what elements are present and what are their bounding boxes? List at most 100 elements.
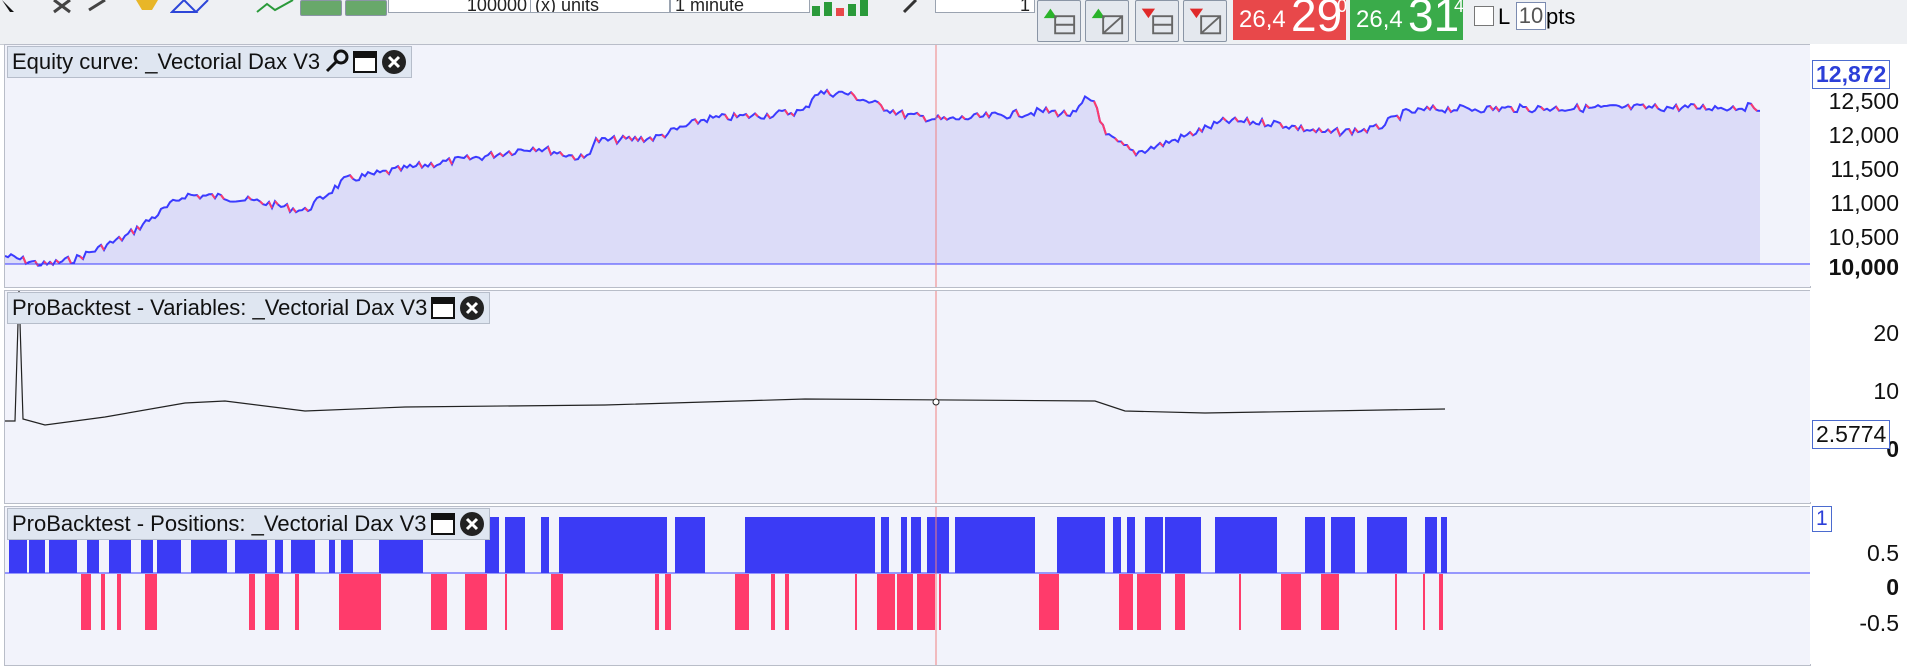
short-position-bar [339,574,367,630]
variables-panel[interactable]: ProBacktest - Variables: _Vectorial Dax … [4,290,1811,504]
variables-panel-title-text: ProBacktest - Variables: _Vectorial Dax … [12,295,428,320]
positions-tick: -0.5 [1859,610,1899,636]
short-position-bar [505,574,507,630]
ask-fraction: 4 [1454,0,1463,17]
cross-icon[interactable] [50,0,80,14]
short-position-bar [145,574,157,630]
long-position-bar [1367,517,1407,573]
cursor-point [932,398,940,406]
short-position-bar [939,574,941,630]
long-position-bar [559,517,599,573]
buy-limit-button[interactable] [1085,0,1129,42]
short-position-bar [465,574,487,630]
equity-area [5,90,1760,266]
short-position-bar [917,574,935,630]
short-position-bar [1119,574,1133,630]
short-position-bar [265,574,279,630]
positions-panel-title-text: ProBacktest - Positions: _Vectorial Dax … [12,511,427,536]
long-position-bar [1113,517,1121,573]
units-select[interactable]: (x) units [530,0,670,13]
equity-tick: 11,000 [1830,190,1899,216]
window-icon[interactable] [430,511,456,537]
long-position-bar [911,517,921,573]
short-position-bar [877,574,895,630]
short-position-bar [1439,574,1443,630]
short-position-bar [551,574,563,630]
long-position-bar [1127,517,1135,573]
long-position-bar [1305,517,1325,573]
short-position-bar [295,574,299,630]
quantity-field[interactable]: 100000 [388,0,532,13]
close-icon[interactable] [459,511,485,537]
equity-drawdown-segment [34,260,39,267]
buy-stop-button[interactable] [1037,0,1081,42]
equity-current-value: 12,872 [1812,60,1891,89]
long-position-bar [1215,517,1277,573]
lot-checkbox[interactable] [1474,6,1494,26]
short-position-bar [1153,574,1161,630]
short-position-bar [771,574,775,630]
positions-panel[interactable]: ProBacktest - Positions: _Vectorial Dax … [4,506,1811,666]
short-position-bar [655,574,659,630]
equity-curve-chart[interactable] [5,45,1810,287]
long-position-bar [881,517,889,573]
short-position-bar [1395,574,1397,630]
long-position-bar [595,517,667,573]
indicator-icon[interactable] [255,0,295,14]
short-position-bar [431,574,447,630]
equity-curve-panel[interactable]: Equity curve: _Vectorial Dax V3 [4,44,1811,288]
short-position-bar [1321,574,1339,630]
close-icon[interactable] [381,49,407,75]
bell-icon[interactable] [132,0,162,14]
variables-panel-title: ProBacktest - Variables: _Vectorial Dax … [7,292,491,324]
equity-tick: 10,000 [1828,254,1899,280]
long-position-bar [1165,517,1201,573]
sell-limit-button[interactable] [1183,0,1227,42]
cursor-icon[interactable] [0,0,30,14]
positions-tick: 0 [1886,574,1899,600]
bid-price-button[interactable]: 26,4 29. 0 [1233,0,1346,40]
wrench-icon[interactable] [323,49,349,75]
trend-button-2[interactable] [345,0,387,16]
timeframe-select[interactable]: 1 minute [670,0,810,13]
long-position-bar [505,517,525,573]
short-position-bar [897,574,913,630]
long-position-bar [1057,517,1105,573]
equity-panel-title: Equity curve: _Vectorial Dax V3 [7,46,413,78]
positions-panel-title: ProBacktest - Positions: _Vectorial Dax … [7,508,490,540]
key-icon[interactable] [900,0,930,14]
long-position-bar [541,517,549,573]
long-position-bar [955,517,1035,573]
lot-checkbox-label: L [1498,4,1511,29]
short-position-bar [1281,574,1301,630]
pts-field[interactable]: 10 [1516,2,1546,30]
window-icon[interactable] [430,295,456,321]
measure-icon[interactable] [85,0,115,14]
short-position-bar [1039,574,1059,630]
short-position-bar [735,574,749,630]
positions-tick: 0.5 [1867,540,1899,566]
short-position-bar [1175,574,1185,630]
histogram-icon[interactable] [810,0,870,16]
trend-button-1[interactable] [300,0,342,16]
short-position-bar [367,574,381,630]
short-position-bar [785,574,789,630]
close-icon[interactable] [459,295,485,321]
long-position-bar [927,517,949,573]
long-position-bar [1145,517,1163,573]
long-position-bar [745,517,875,573]
misc-field[interactable]: 1 [935,0,1035,13]
ask-prefix: 26,4 [1356,6,1403,33]
long-position-bar [1331,517,1355,573]
pts-label: pts [1546,4,1576,29]
positions-axis: 1 0.5 0 -0.5 [1810,506,1907,664]
window-icon[interactable] [352,49,378,75]
long-position-bar [1425,517,1437,573]
positions-current-value: 1 [1812,506,1832,532]
long-position-bar [675,517,705,573]
ask-price-button[interactable]: 26,4 31. 4 [1350,0,1463,40]
chart-draw-icon[interactable] [170,0,210,14]
sell-stop-button[interactable] [1135,0,1179,42]
equity-tick: 12,000 [1828,122,1899,148]
bid-fraction: 0 [1337,0,1346,17]
